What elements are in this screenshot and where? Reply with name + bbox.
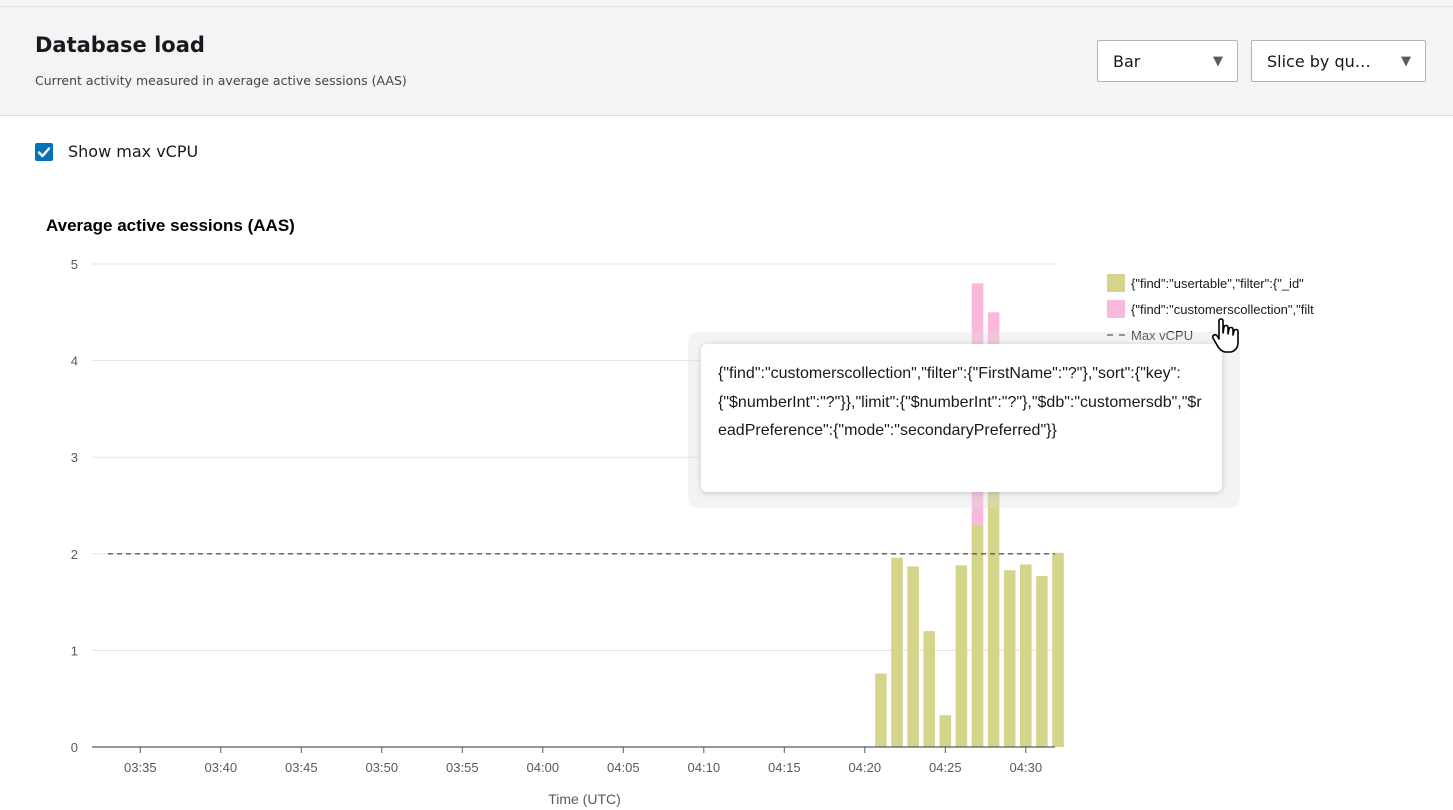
x-tick-label: 04:15 bbox=[768, 760, 801, 775]
bar-usertable bbox=[939, 715, 952, 747]
panel-header: Database load Current activity measured … bbox=[0, 0, 1453, 116]
bar-usertable bbox=[955, 565, 968, 747]
y-tick-label: 4 bbox=[71, 354, 78, 369]
x-tick-label: 04:00 bbox=[527, 760, 560, 775]
bar-usertable bbox=[1036, 576, 1048, 747]
x-tick-label: 03:45 bbox=[285, 760, 318, 775]
x-tick-label: 04:25 bbox=[929, 760, 962, 775]
bar-usertable bbox=[1052, 552, 1064, 747]
hand-pointer-icon bbox=[1210, 318, 1244, 361]
bar-usertable bbox=[923, 631, 935, 747]
x-tick-label: 04:10 bbox=[688, 760, 721, 775]
x-tick-label: 04:05 bbox=[607, 760, 640, 775]
legend-swatch-customerscollection bbox=[1107, 300, 1125, 318]
bar-usertable bbox=[1003, 570, 1016, 747]
slice-by-dropdown[interactable]: Slice by qu… ▼ bbox=[1251, 40, 1426, 82]
show-max-vcpu-checkbox[interactable] bbox=[35, 142, 53, 161]
y-tick-label: 5 bbox=[71, 257, 78, 272]
y-tick-label: 1 bbox=[71, 643, 78, 658]
x-tick-label: 04:20 bbox=[849, 760, 882, 775]
checkmark-icon bbox=[37, 146, 51, 157]
chart-type-dropdown[interactable]: Bar ▼ bbox=[1097, 40, 1238, 82]
y-axis-ticks: 0 1 2 3 4 5 bbox=[71, 257, 78, 755]
legend-swatch-usertable bbox=[1107, 274, 1125, 292]
bar-usertable bbox=[971, 524, 984, 747]
chart-title: Average active sessions (AAS) bbox=[46, 216, 295, 235]
legend-label-customerscollection: {"find":"customerscollection","filt bbox=[1131, 301, 1314, 317]
y-tick-label: 3 bbox=[71, 450, 78, 465]
x-axis-title: Time (UTC) bbox=[548, 791, 621, 807]
legend-label-usertable: {"find":"usertable","filter":{"_id" bbox=[1131, 275, 1304, 291]
tooltip-text: {"find":"customerscollection","filter":{… bbox=[718, 365, 1202, 439]
x-tick-label: 03:50 bbox=[366, 760, 399, 775]
show-max-vcpu-label: Show max vCPU bbox=[68, 142, 199, 161]
x-tick-label: 03:35 bbox=[124, 760, 157, 775]
caret-down-icon: ▼ bbox=[1401, 53, 1411, 69]
bar-usertable bbox=[875, 673, 887, 747]
bar-usertable bbox=[907, 566, 919, 747]
legend-item-usertable[interactable]: {"find":"usertable","filter":{"_id" bbox=[1107, 270, 1314, 296]
x-tick-label: 03:55 bbox=[446, 760, 479, 775]
chart-type-dropdown-value: Bar bbox=[1113, 51, 1141, 71]
y-tick-label: 2 bbox=[71, 547, 78, 562]
bar-usertable bbox=[891, 557, 903, 747]
bar-usertable bbox=[1020, 564, 1032, 747]
show-max-vcpu-option[interactable]: Show max vCPU bbox=[35, 142, 198, 161]
panel-subtitle: Current activity measured in average act… bbox=[35, 73, 407, 88]
x-axis-ticks: 03:35 03:40 03:45 03:50 03:55 04:00 04:05 04:10… bbox=[124, 747, 1042, 775]
y-tick-label: 0 bbox=[71, 740, 78, 755]
slice-by-dropdown-value: Slice by qu… bbox=[1267, 51, 1371, 71]
x-tick-label: 04:30 bbox=[1010, 760, 1043, 775]
panel-title: Database load bbox=[35, 33, 205, 57]
tooltip: {"find":"customerscollection","filter":{… bbox=[701, 344, 1222, 492]
caret-down-icon: ▼ bbox=[1213, 53, 1223, 69]
chart-area: 0 1 2 3 4 5 03:35 03:40 03:45 03:50 03:55 04:00 04:… bbox=[71, 257, 1064, 807]
x-tick-label: 03:40 bbox=[205, 760, 238, 775]
